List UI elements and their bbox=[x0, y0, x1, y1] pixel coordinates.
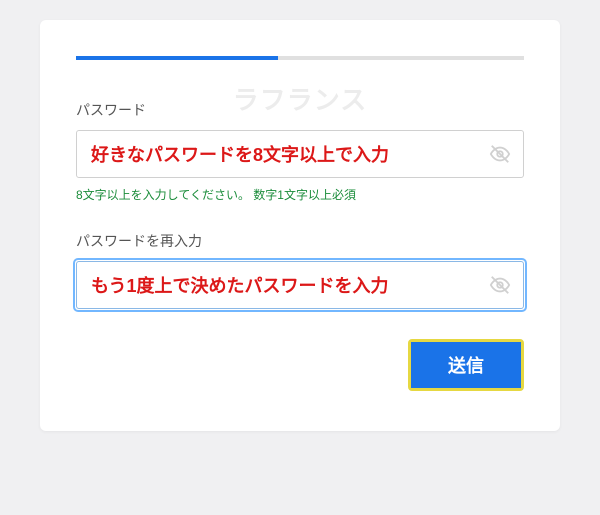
form-card: ラフランス パスワード 8文字以上を入力してください。 数字1文字以上必須 パス… bbox=[40, 20, 560, 431]
password-confirm-input-wrap bbox=[76, 261, 524, 309]
eye-slash-icon[interactable] bbox=[488, 142, 512, 166]
password-confirm-input[interactable] bbox=[76, 261, 524, 309]
password-helper-text: 8文字以上を入力してください。 数字1文字以上必須 bbox=[76, 186, 524, 203]
submit-button-highlight: 送信 bbox=[408, 339, 524, 391]
password-confirm-field-block: パスワードを再入力 bbox=[76, 231, 524, 309]
password-confirm-label: パスワードを再入力 bbox=[76, 231, 524, 251]
password-input-wrap bbox=[76, 130, 524, 178]
progress-fill bbox=[76, 56, 278, 60]
eye-slash-icon[interactable] bbox=[488, 273, 512, 297]
button-row: 送信 bbox=[76, 339, 524, 391]
password-label: パスワード bbox=[76, 100, 524, 120]
submit-button[interactable]: 送信 bbox=[411, 342, 521, 388]
password-input[interactable] bbox=[76, 130, 524, 178]
password-field-block: ラフランス パスワード 8文字以上を入力してください。 数字1文字以上必須 bbox=[76, 100, 524, 203]
progress-bar bbox=[76, 56, 524, 60]
